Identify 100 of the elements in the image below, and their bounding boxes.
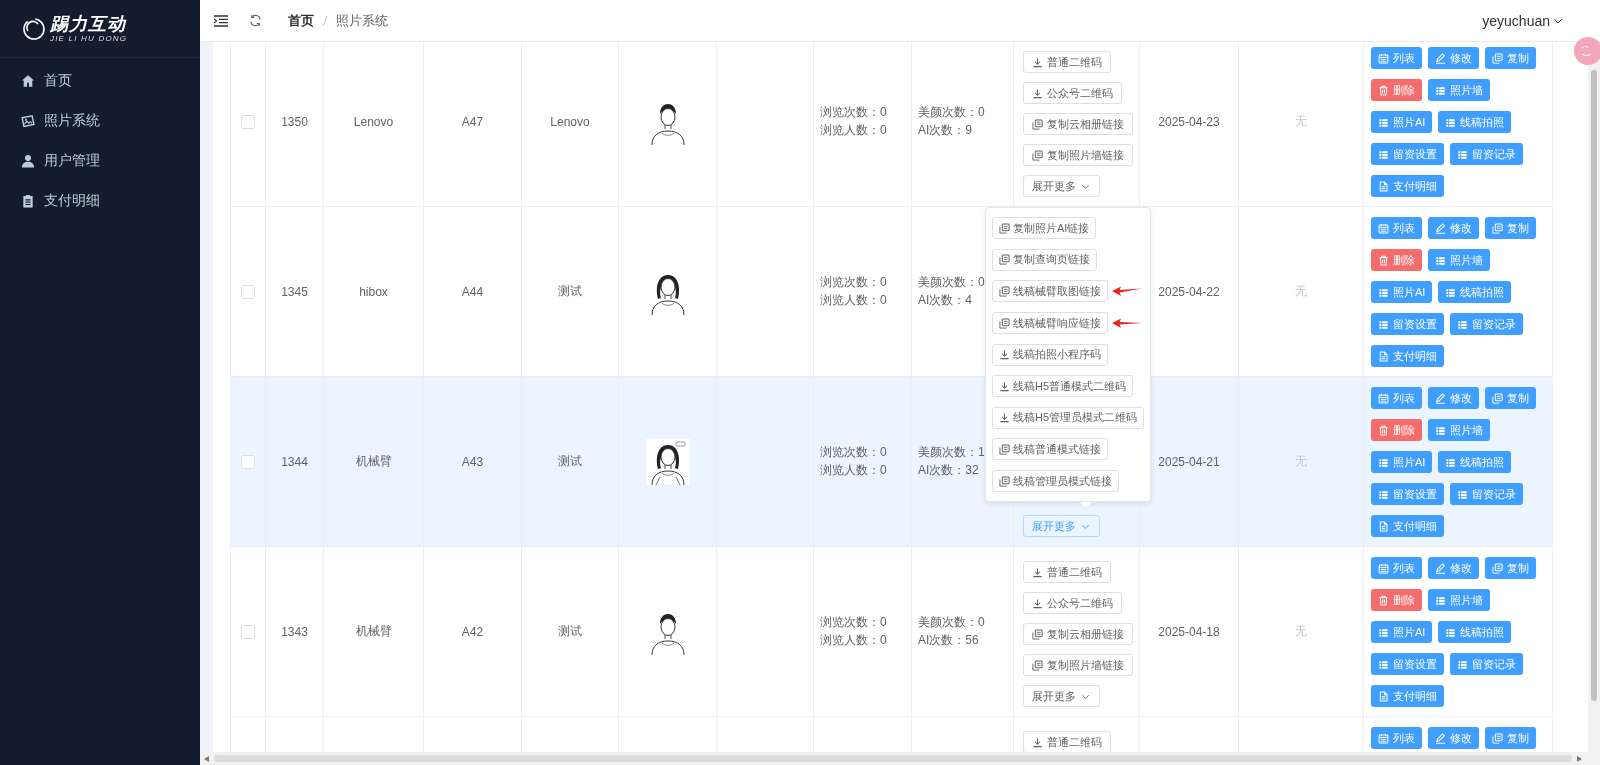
action-button[interactable]: 照片墙 <box>1428 249 1490 271</box>
copy-icon <box>1492 392 1503 404</box>
sidebar-item[interactable]: 照片系统 <box>0 101 200 141</box>
action-button[interactable]: 线稿拍照 <box>1438 621 1512 643</box>
action-button[interactable]: 照片墙 <box>1428 79 1490 101</box>
action-button[interactable]: 列表 <box>1371 727 1422 749</box>
action-button[interactable]: 修改 <box>1428 557 1479 579</box>
copy-link-button[interactable]: 线稿普通模式链接 <box>992 438 1108 461</box>
action-button[interactable]: 线稿拍照 <box>1438 451 1512 473</box>
grid-icon <box>1378 488 1389 500</box>
action-button[interactable]: 照片AI <box>1371 281 1433 303</box>
download-button[interactable]: 普通二维码 <box>1023 51 1111 73</box>
action-button[interactable]: 留资记录 <box>1450 313 1523 335</box>
action-button[interactable]: 照片墙 <box>1428 589 1490 611</box>
action-button[interactable]: 列表 <box>1371 557 1422 579</box>
expand-more-button[interactable]: 展开更多 <box>1023 175 1100 197</box>
action-button[interactable]: 复制 <box>1485 727 1536 749</box>
table-cell: 1344 <box>266 377 324 546</box>
action-button[interactable]: 照片AI <box>1371 621 1433 643</box>
action-button[interactable]: 线稿拍照 <box>1438 281 1512 303</box>
action-button[interactable]: 复制 <box>1485 217 1536 239</box>
action-button[interactable]: 支付明细 <box>1371 515 1444 537</box>
action-button[interactable]: 留资记录 <box>1450 143 1523 165</box>
download-button[interactable]: 公众号二维码 <box>1023 82 1122 104</box>
breadcrumb-current: 照片系统 <box>336 11 388 30</box>
menu-icon[interactable] <box>214 14 228 27</box>
action-button[interactable]: 照片AI <box>1371 451 1433 473</box>
sidebar-item[interactable]: 用户管理 <box>0 141 200 181</box>
floating-assistant-icon[interactable] <box>1573 36 1600 66</box>
grid-icon <box>1445 626 1457 638</box>
checkbox[interactable] <box>241 284 255 299</box>
action-button[interactable]: 照片AI <box>1371 111 1433 133</box>
scroll-right-icon[interactable] <box>1576 755 1582 762</box>
table-cell: A43 <box>424 377 522 546</box>
download-button[interactable]: 线稿H5普通模式二维码 <box>992 375 1134 398</box>
copy-link-button[interactable]: 复制照片AI链接 <box>992 217 1097 240</box>
copy-link-button[interactable]: 线稿管理员模式链接 <box>992 470 1119 492</box>
action-button[interactable]: 留资设置 <box>1371 313 1444 335</box>
scroll-left-icon[interactable] <box>204 755 210 762</box>
checkbox[interactable] <box>241 114 255 129</box>
action-button[interactable]: 支付明细 <box>1371 345 1444 367</box>
copy-icon <box>1032 659 1043 671</box>
logo-subtitle: JIE LI HU DONG <box>50 34 128 43</box>
action-button[interactable]: 支付明细 <box>1371 685 1444 707</box>
action-button[interactable]: 照片墙 <box>1428 419 1490 441</box>
sidebar-item[interactable]: 支付明细 <box>0 181 200 221</box>
refresh-icon[interactable] <box>249 14 262 27</box>
action-button[interactable]: 留资记录 <box>1450 483 1523 505</box>
table-cell: 测试 <box>522 547 619 716</box>
stat-text: 浏览次数：0 <box>820 615 887 630</box>
delete-button[interactable]: 删除 <box>1371 589 1422 611</box>
action-button[interactable]: 列表 <box>1371 47 1422 69</box>
copy-icon <box>999 475 1010 487</box>
action-button[interactable]: 列表 <box>1371 387 1422 409</box>
action-button[interactable]: 留资记录 <box>1450 653 1523 675</box>
action-button[interactable]: 留资设置 <box>1371 483 1444 505</box>
copy-link-button[interactable]: 线稿械臂响应链接 <box>992 312 1108 335</box>
user-menu[interactable]: yeyuchuan <box>1482 12 1564 29</box>
download-button[interactable]: 线稿H5管理员模式二维码 <box>992 406 1145 429</box>
action-button[interactable]: 支付明细 <box>1371 175 1444 197</box>
trash-icon <box>1378 424 1389 436</box>
download-button[interactable]: 公众号二维码 <box>1023 592 1122 614</box>
download-button[interactable]: 线稿拍照小程序码 <box>992 343 1108 366</box>
action-button[interactable]: 复制 <box>1485 47 1536 69</box>
pen-icon <box>1435 52 1446 64</box>
action-button[interactable]: 线稿拍照 <box>1438 111 1512 133</box>
copy-link-button[interactable]: 线稿械臂取图链接 <box>992 280 1108 303</box>
checkbox[interactable] <box>241 624 255 639</box>
delete-button[interactable]: 删除 <box>1371 79 1422 101</box>
action-button[interactable]: 留资设置 <box>1371 653 1444 675</box>
trash-icon <box>1378 254 1389 266</box>
grid-icon <box>1445 286 1457 298</box>
action-button[interactable]: 修改 <box>1428 217 1479 239</box>
download-icon <box>1032 566 1043 578</box>
copy-link-button[interactable]: 复制照片墙链接 <box>1023 654 1133 676</box>
delete-button[interactable]: 删除 <box>1371 419 1422 441</box>
expand-more-button[interactable]: 展开更多 <box>1023 515 1100 537</box>
copy-link-button[interactable]: 复制查询页链接 <box>992 248 1097 271</box>
action-button[interactable]: 列表 <box>1371 217 1422 239</box>
action-button[interactable]: 修改 <box>1428 47 1479 69</box>
checkbox[interactable] <box>241 454 255 469</box>
copy-link-button[interactable]: 复制照片墙链接 <box>1023 144 1133 166</box>
action-button[interactable]: 留资设置 <box>1371 143 1444 165</box>
stat-text: 浏览人数：0 <box>820 463 887 478</box>
breadcrumb-link[interactable]: 首页 <box>288 11 314 30</box>
action-button[interactable]: 复制 <box>1485 387 1536 409</box>
stat-text: AI次数：4 <box>918 293 972 308</box>
action-button[interactable]: 修改 <box>1428 727 1479 749</box>
download-button[interactable]: 普通二维码 <box>1023 561 1111 583</box>
stat-text: 浏览次数：0 <box>820 105 887 120</box>
home-icon <box>21 74 35 88</box>
expand-more-button[interactable]: 展开更多 <box>1023 685 1100 707</box>
delete-button[interactable]: 删除 <box>1371 249 1422 271</box>
copy-link-button[interactable]: 复制云相册链接 <box>1023 623 1133 645</box>
action-button[interactable]: 复制 <box>1485 557 1536 579</box>
stat-text: 浏览次数：0 <box>820 445 887 460</box>
action-button[interactable]: 修改 <box>1428 387 1479 409</box>
sidebar-item[interactable]: 首页 <box>0 61 200 101</box>
copy-link-button[interactable]: 复制云相册链接 <box>1023 113 1133 135</box>
download-button[interactable]: 普通二维码 <box>1023 731 1111 752</box>
